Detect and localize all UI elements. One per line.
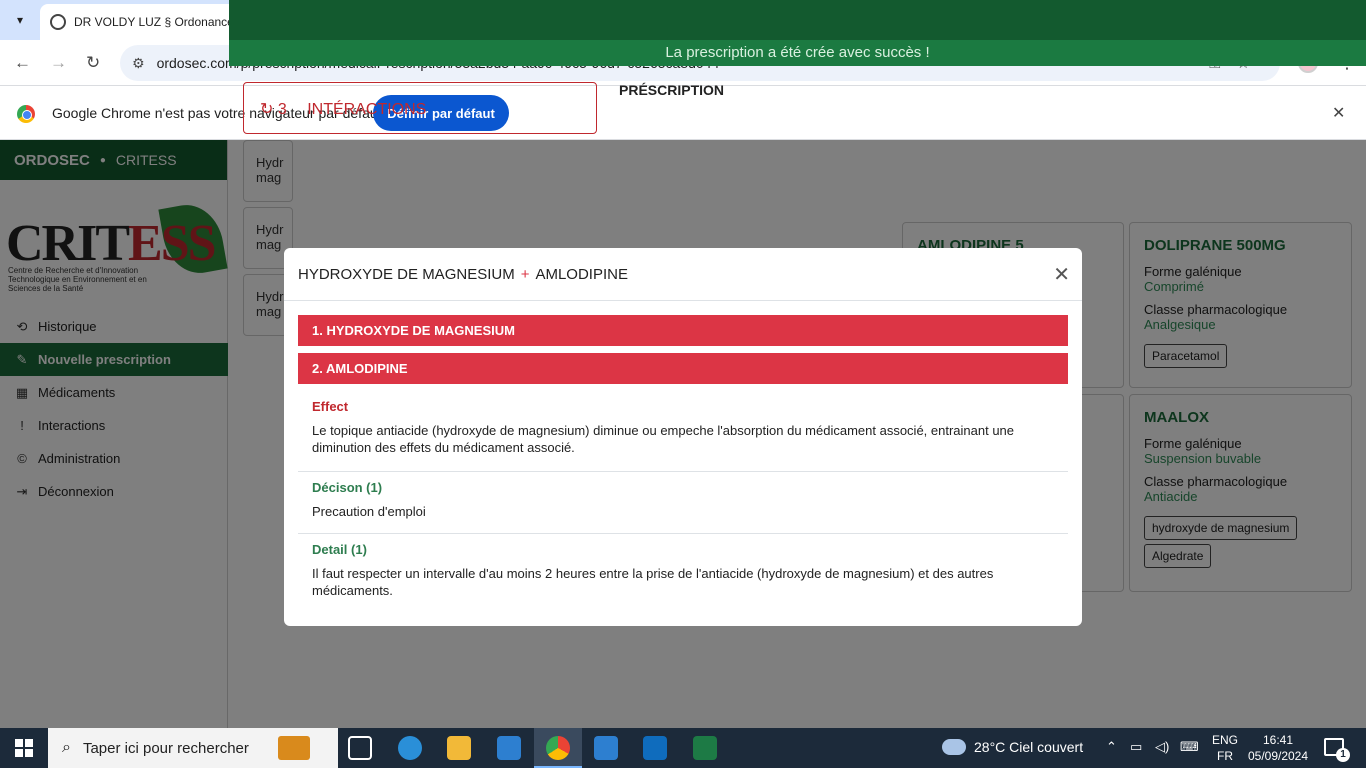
modal-title: HYDROXYDE DE MAGNESIUM + AMLODIPINE [284,248,1082,301]
keyboard-icon[interactable]: ⌨ [1180,739,1199,755]
taskbar-search-text: Taper ici pour rechercher [82,739,249,757]
search-icon: ⌕ [62,739,71,756]
modal-title-drug-b: AMLODIPINE [535,265,628,283]
chevron-up-icon[interactable]: ⌃ [1106,739,1117,755]
weather-widget[interactable]: 28°C Ciel couvert [942,739,1083,755]
spinner-icon: ↻ [260,101,274,118]
cloud-icon [942,739,966,755]
store-icon[interactable] [594,736,618,760]
detail-heading: Detail (1) [312,542,367,557]
windows-taskbar: ⌕ Taper ici pour rechercher 28°C Ciel co… [0,728,1366,768]
chrome-logo-icon [17,105,35,123]
detail-text: Il faut respecter un intervalle d'au moi… [312,566,994,598]
effect-text: Le topique antiacide (hydroxyde de magne… [312,423,1015,455]
drug-bar-2: 2. AMLODIPINE [298,353,1068,384]
notification-count: 1 [1336,748,1350,762]
decision-heading: Décison (1) [312,480,383,495]
weather-text: 28°C Ciel couvert [974,739,1084,755]
site-settings-icon[interactable]: ⚙ [132,55,145,72]
prescription-label: PRÉSCRIPTION [619,82,725,98]
outlook-icon[interactable] [643,736,667,760]
notification-icon[interactable]: 1 [1324,738,1350,762]
modal-title-plus: + [520,265,530,283]
modal-title-drug-a: HYDROXYDE DE MAGNESIUM [298,265,515,283]
back-arrow-icon[interactable]: ← [14,53,31,73]
clock-time: 16:41 [1262,733,1294,747]
file-explorer-icon[interactable] [447,736,471,760]
success-alert: La prescription a été crée avec succès ! [229,40,1366,66]
language-indicator[interactable]: ENG FR [1212,732,1238,764]
decision-section: Décison (1) Precaution d'emploi [298,480,1068,520]
excel-icon[interactable] [693,736,717,760]
tab-title: DR VOLDY LUZ § Ordonance Sé [74,15,245,29]
divider [298,533,1068,534]
taskbar-search-box[interactable]: ⌕ Taper ici pour rechercher [48,728,338,768]
briefcase-icon [278,736,310,760]
interactions-header[interactable]: ↻ 3 INTÉRACTIONS [243,82,597,134]
decision-text: Precaution d'emploi [312,504,426,519]
divider [298,471,1068,472]
chrome-icon[interactable] [546,736,570,760]
network-icon[interactable]: ▭ [1130,739,1142,755]
interactions-title: INTÉRACTIONS [307,101,427,118]
interactions-count: 3 [277,101,287,118]
lang-top: ENG [1212,733,1239,747]
edge-icon[interactable] [398,736,422,760]
detail-section: Detail (1) Il faut respecter un interval… [298,542,1068,599]
volume-icon[interactable]: ◁) [1155,739,1169,755]
mail-icon[interactable] [497,736,521,760]
modal-close-icon[interactable]: ✕ [1053,262,1070,287]
lang-bottom: FR [1217,749,1233,763]
tab-search-chevron-icon[interactable]: ▾ [8,8,32,32]
reload-icon[interactable]: ↻ [86,53,100,73]
globe-icon [50,14,66,30]
clock-date: 05/09/2024 [1247,749,1309,763]
drug-bar-1: 1. HYDROXYDE DE MAGNESIUM [298,315,1068,346]
task-view-icon[interactable] [348,736,372,760]
clock[interactable]: 16:41 05/09/2024 [1246,732,1310,764]
effect-section: Effect Le topique antiacide (hydroxyde d… [298,399,1068,456]
effect-heading: Effect [312,399,349,414]
windows-start-icon[interactable] [15,739,33,757]
app-topbar [229,0,1366,40]
infobar-close-icon[interactable]: ✕ [1332,103,1345,123]
interaction-modal: HYDROXYDE DE MAGNESIUM + AMLODIPINE ✕ 1.… [284,248,1082,626]
forward-arrow-icon[interactable]: → [50,53,67,73]
